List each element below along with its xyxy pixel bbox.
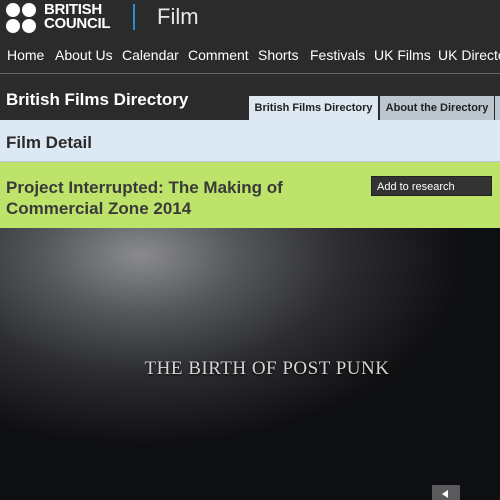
- header-divider: [133, 4, 135, 30]
- nav-item-comment[interactable]: Comment: [188, 47, 249, 63]
- previous-button[interactable]: [432, 485, 460, 500]
- tab-about-the-directory[interactable]: About the Directory: [380, 96, 494, 120]
- org-name[interactable]: BRITISH COUNCIL: [44, 2, 124, 32]
- main-nav: Home About Us Calendar Comment Shorts Fe…: [0, 36, 500, 74]
- add-to-research-button[interactable]: Add to research: [371, 176, 492, 196]
- chevron-left-icon: [442, 490, 448, 498]
- video-player[interactable]: THE BIRTH OF POST PUNK: [0, 228, 500, 500]
- directory-title: British Films Directory: [6, 90, 189, 109]
- film-title: Project Interrupted: The Making of Comme…: [6, 177, 336, 219]
- film-detail-header: Film Detail: [0, 120, 500, 162]
- film-title-line2: Commercial Zone 2014: [6, 199, 192, 218]
- nav-item-festivals[interactable]: Festivals: [310, 47, 365, 63]
- org-name-line2: COUNCIL: [44, 15, 111, 32]
- nav-item-uk-directors[interactable]: UK Directo: [438, 47, 500, 63]
- section-title[interactable]: Film: [157, 4, 199, 30]
- nav-item-uk-films[interactable]: UK Films: [374, 47, 431, 63]
- nav-item-calendar[interactable]: Calendar: [122, 47, 179, 63]
- nav-item-about-us[interactable]: About Us: [55, 47, 113, 63]
- film-title-bar: Project Interrupted: The Making of Comme…: [0, 162, 500, 228]
- page-title: Film Detail: [6, 133, 92, 152]
- nav-item-home[interactable]: Home: [7, 47, 44, 63]
- site-header: BRITISH COUNCIL Film: [0, 0, 500, 36]
- nav-item-shorts[interactable]: Shorts: [258, 47, 298, 63]
- tab-british-films-directory[interactable]: British Films Directory: [249, 96, 378, 120]
- tab-overflow[interactable]: [495, 96, 500, 120]
- film-title-line1: Project Interrupted: The Making of: [6, 178, 283, 197]
- directory-bar: British Films Directory British Films Di…: [0, 74, 500, 120]
- video-caption: THE BIRTH OF POST PUNK: [144, 358, 390, 379]
- british-council-logo[interactable]: [6, 3, 41, 33]
